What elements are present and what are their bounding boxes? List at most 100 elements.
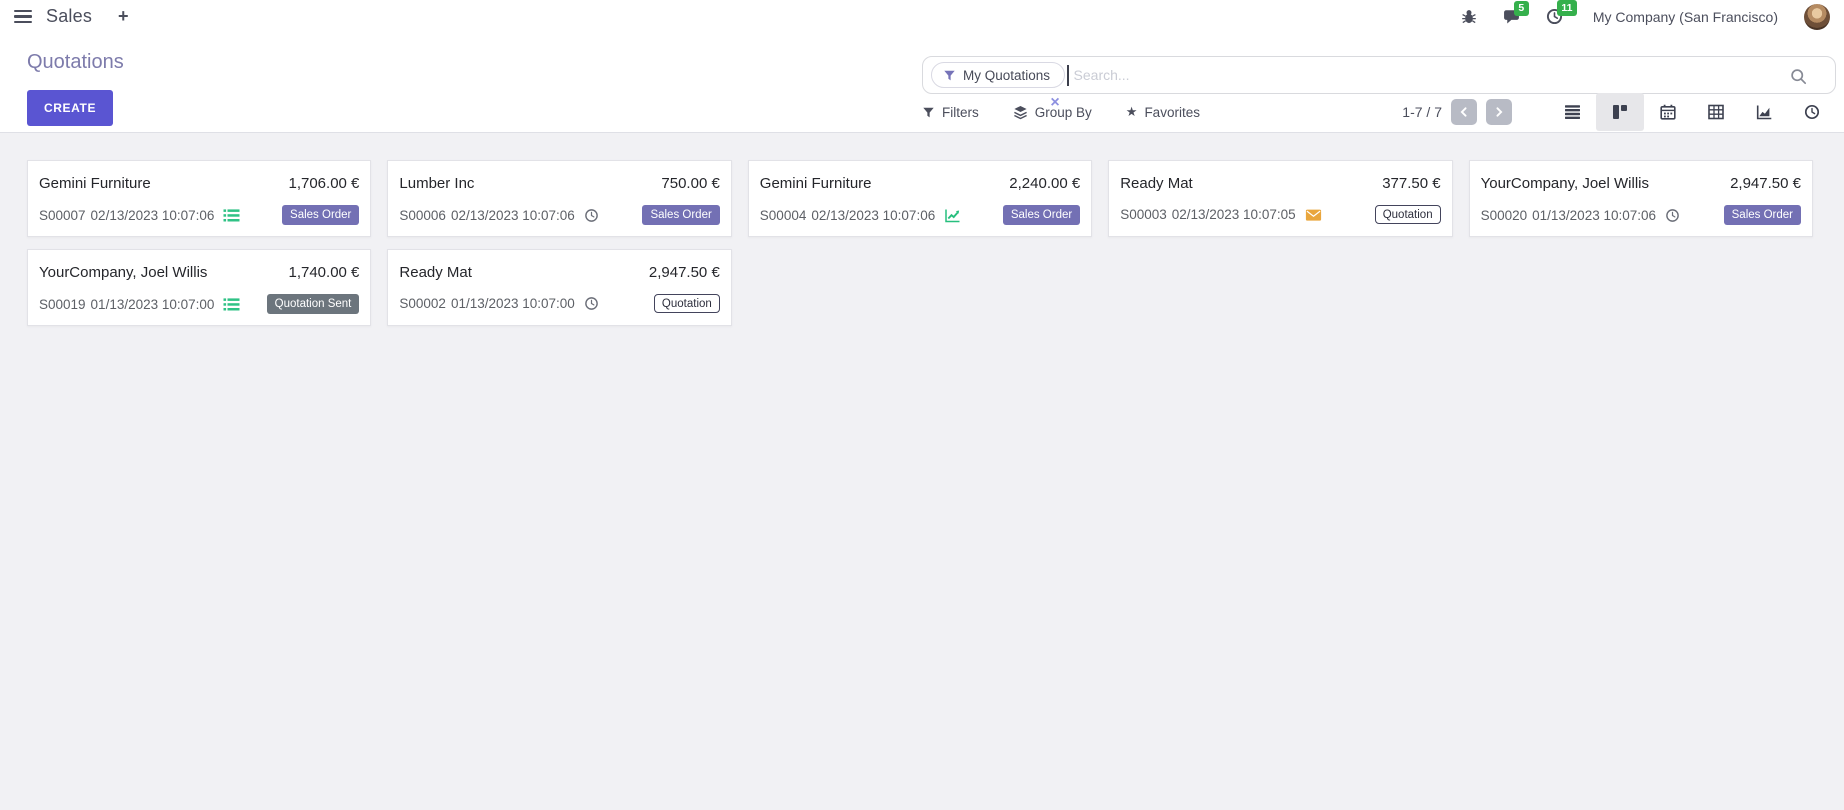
- group-by-label: Group By: [1035, 105, 1092, 120]
- favorites-button[interactable]: Favorites: [1126, 104, 1200, 120]
- top-navbar: Sales 5 11 My Company (San Francisco): [0, 0, 1844, 33]
- amount: 1,706.00 €: [288, 175, 359, 192]
- activity-tasks-list-icon[interactable]: [223, 297, 240, 312]
- customer-name: YourCompany, Joel Willis: [39, 264, 207, 281]
- reference-line: S00006 02/13/2023 10:07:06: [399, 208, 598, 223]
- pager-previous-button[interactable]: [1451, 99, 1477, 125]
- view-activity-button[interactable]: [1788, 93, 1836, 131]
- order-datetime: 02/13/2023 10:07:06: [91, 208, 215, 223]
- order-datetime: 01/13/2023 10:07:00: [91, 297, 215, 312]
- quotation-card[interactable]: Gemini Furniture 2,240.00 € S00004 02/13…: [748, 160, 1092, 237]
- quotation-card[interactable]: YourCompany, Joel Willis 2,947.50 € S000…: [1469, 160, 1813, 237]
- group-by-button[interactable]: Group By: [1013, 105, 1092, 120]
- search-input[interactable]: [1069, 60, 1835, 90]
- view-list-button[interactable]: [1548, 93, 1596, 131]
- reference-line: S00007 02/13/2023 10:07:06: [39, 208, 240, 223]
- filters-label: Filters: [942, 105, 979, 120]
- order-datetime: 02/13/2023 10:07:06: [811, 208, 935, 223]
- reference-line: S00003 02/13/2023 10:07:05: [1120, 207, 1321, 222]
- filters-button[interactable]: Filters: [922, 105, 979, 120]
- facet-label: My Quotations: [963, 68, 1050, 83]
- customer-name: Ready Mat: [399, 264, 472, 281]
- reference-line: S00004 02/13/2023 10:07:06: [760, 208, 961, 223]
- control-panel: Quotations CREATE My Quotations Filters: [0, 33, 1844, 133]
- status-badge: Sales Order: [642, 205, 719, 225]
- amount: 1,740.00 €: [288, 264, 359, 281]
- reference-line: S00002 01/13/2023 10:07:00: [399, 296, 598, 311]
- customer-name: YourCompany, Joel Willis: [1481, 175, 1649, 192]
- chevron-right-icon: [1492, 105, 1506, 119]
- list-icon: [1564, 104, 1581, 120]
- facet-my-quotations[interactable]: My Quotations: [931, 62, 1065, 88]
- order-reference: S00019: [39, 297, 86, 312]
- amount: 377.50 €: [1382, 175, 1440, 192]
- calendar-icon: [1660, 104, 1676, 120]
- view-kanban-button[interactable]: [1596, 93, 1644, 131]
- activity-tasks-list-icon[interactable]: [223, 208, 240, 223]
- customer-name: Ready Mat: [1120, 175, 1193, 192]
- status-badge: Quotation: [1375, 205, 1441, 224]
- amount: 2,947.50 €: [1730, 175, 1801, 192]
- user-avatar[interactable]: [1804, 4, 1830, 30]
- status-badge: Quotation Sent: [267, 294, 360, 314]
- order-reference: S00002: [399, 296, 446, 311]
- activity-line-chart-icon[interactable]: [944, 208, 961, 223]
- status-badge: Sales Order: [282, 205, 359, 225]
- amount: 750.00 €: [661, 175, 719, 192]
- search-icon: [1790, 68, 1807, 85]
- order-reference: S00004: [760, 208, 807, 223]
- quotation-card[interactable]: Ready Mat 377.50 € S00003 02/13/2023 10:…: [1108, 160, 1452, 237]
- quotation-card[interactable]: YourCompany, Joel Willis 1,740.00 € S000…: [27, 249, 371, 326]
- order-reference: S00020: [1481, 208, 1528, 223]
- company-menu[interactable]: My Company (San Francisco): [1593, 9, 1778, 25]
- activity-clock-icon[interactable]: [584, 296, 599, 311]
- kanban-grid: Gemini Furniture 1,706.00 € S00007 02/13…: [27, 160, 1813, 326]
- kanban-content: Gemini Furniture 1,706.00 € S00007 02/13…: [0, 133, 1844, 326]
- reference-line: S00019 01/13/2023 10:07:00: [39, 297, 240, 312]
- amount: 2,947.50 €: [649, 264, 720, 281]
- debug-bug-icon[interactable]: [1461, 9, 1477, 25]
- search-options-row: Filters Group By Favorites 1-7 / 7: [922, 93, 1836, 131]
- search-dropdowns: Filters Group By Favorites: [922, 104, 1200, 120]
- order-datetime: 02/13/2023 10:07:06: [451, 208, 575, 223]
- favorites-label: Favorites: [1144, 105, 1200, 120]
- star-icon: [1126, 104, 1138, 120]
- pager-next-button[interactable]: [1486, 99, 1512, 125]
- graph-icon: [1756, 104, 1773, 120]
- quotation-card[interactable]: Gemini Furniture 1,706.00 € S00007 02/13…: [27, 160, 371, 237]
- navbar-right: 5 11 My Company (San Francisco): [1461, 4, 1830, 30]
- status-badge: Sales Order: [1003, 205, 1080, 225]
- pager: 1-7 / 7: [1402, 99, 1512, 125]
- view-switcher: [1548, 93, 1836, 131]
- activity-clock-icon[interactable]: [1665, 208, 1680, 223]
- plus-icon[interactable]: [118, 6, 129, 27]
- apps-menu-icon[interactable]: [14, 10, 32, 23]
- search-bar[interactable]: My Quotations: [922, 56, 1836, 94]
- quotation-card[interactable]: Lumber Inc 750.00 € S00006 02/13/2023 10…: [387, 160, 731, 237]
- order-reference: S00007: [39, 208, 86, 223]
- pager-value[interactable]: 1-7 / 7: [1402, 104, 1442, 120]
- order-datetime: 01/13/2023 10:07:00: [451, 296, 575, 311]
- filter-funnel-icon: [943, 69, 956, 82]
- order-datetime: 01/13/2023 10:07:06: [1532, 208, 1656, 223]
- messages-icon[interactable]: 5: [1503, 9, 1520, 25]
- app-name[interactable]: Sales: [46, 6, 92, 27]
- activity-envelope-icon[interactable]: [1305, 208, 1322, 222]
- view-graph-button[interactable]: [1740, 93, 1788, 131]
- view-calendar-button[interactable]: [1644, 93, 1692, 131]
- view-pivot-button[interactable]: [1692, 93, 1740, 131]
- quotation-card[interactable]: Ready Mat 2,947.50 € S00002 01/13/2023 1…: [387, 249, 731, 326]
- status-badge: Sales Order: [1724, 205, 1801, 225]
- order-datetime: 02/13/2023 10:07:05: [1172, 207, 1296, 222]
- customer-name: Gemini Furniture: [39, 175, 151, 192]
- order-reference: S00006: [399, 208, 446, 223]
- create-button[interactable]: CREATE: [27, 90, 113, 126]
- messages-count-badge: 5: [1514, 1, 1529, 17]
- activity-clock-icon[interactable]: [584, 208, 599, 223]
- reference-line: S00020 01/13/2023 10:07:06: [1481, 208, 1680, 223]
- activities-clock-icon[interactable]: 11: [1546, 8, 1563, 25]
- order-reference: S00003: [1120, 207, 1167, 222]
- chevron-left-icon: [1457, 105, 1471, 119]
- layers-icon: [1013, 105, 1028, 120]
- customer-name: Lumber Inc: [399, 175, 474, 192]
